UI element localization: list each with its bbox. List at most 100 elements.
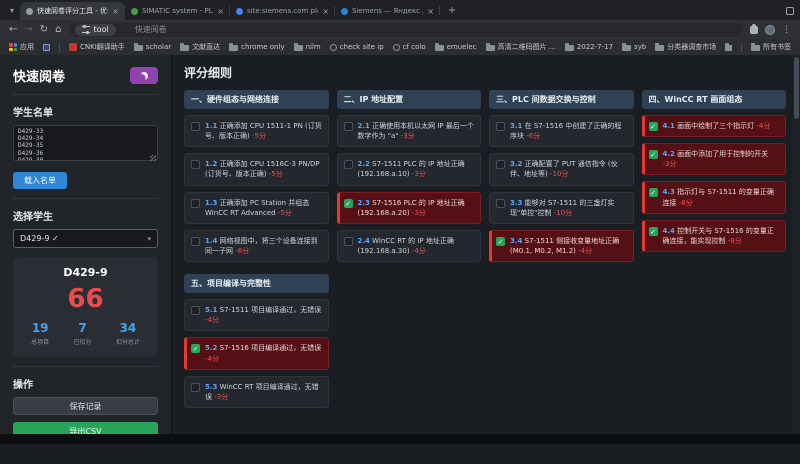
forward-icon[interactable]: → xyxy=(24,25,32,35)
item-checkbox[interactable] xyxy=(191,160,200,169)
item-deduction: -10分 xyxy=(550,170,568,178)
rubric-item[interactable]: 2.2 S7-1511 PLC 的 IP 地址正确 (192.168.a.10)… xyxy=(337,153,482,185)
tab-search-chevron-icon[interactable]: ▾ xyxy=(4,2,20,18)
stat-value: 7 xyxy=(73,321,91,335)
back-icon[interactable]: ← xyxy=(9,25,17,35)
rubric-item[interactable]: 3.3 能够对 S7-1511 的三盏灯实现"单控"控制 -10分 xyxy=(489,192,634,224)
item-checkbox[interactable] xyxy=(496,199,505,208)
site-chip[interactable]: tool xyxy=(75,24,116,36)
bookmark-item[interactable]: emuelec xyxy=(435,43,477,51)
bookmark-label: nilm xyxy=(306,43,321,51)
bookmark-reading-list[interactable] xyxy=(43,44,50,51)
scrollbar-thumb[interactable] xyxy=(794,57,799,119)
address-bar[interactable]: tool 快速阅卷 xyxy=(69,23,743,37)
rubric-column: 四、WinCC RT 画面组态 ✓ 4.1 画面中绘制了三个指示灯 -4分 ✓ … xyxy=(642,90,787,420)
globe-icon xyxy=(393,44,400,51)
browser-tab[interactable]: SIMATIC system - PLCforum × xyxy=(125,2,230,20)
item-checkbox[interactable] xyxy=(191,122,200,131)
rubric-item[interactable]: 3.2 正确配置了 PUT 通信指令 (伙伴、地址等) -10分 xyxy=(489,153,634,185)
bookmark-item[interactable]: 分类器调查市场 xyxy=(655,42,716,52)
item-checkbox[interactable] xyxy=(496,122,505,131)
load-list-button[interactable]: 载入名单 xyxy=(13,172,67,189)
bookmark-item[interactable]: cf colo xyxy=(393,43,426,51)
item-checkbox[interactable] xyxy=(344,160,353,169)
item-text: 正确添加 CPU 1516C-3 PN/DP (订货号、版本正确) xyxy=(205,160,320,178)
rubric-item[interactable]: ✓ 4.1 画面中绘制了三个指示灯 -4分 xyxy=(642,115,787,137)
item-text: 网络视图中，将三个设备连接到同一子网 xyxy=(205,237,318,255)
student-list-input[interactable]: D429-33 D429-34 D429-35 D429-36 D429-40 xyxy=(13,125,158,161)
tab-close-icon[interactable]: × xyxy=(427,7,434,16)
bookmark-item[interactable]: 2022-7-17 xyxy=(565,43,613,51)
bookmark-item[interactable]: matlab信道估计 xyxy=(725,42,732,52)
bookmark-item[interactable]: nilm xyxy=(294,43,321,51)
bookmark-item[interactable]: check site ip xyxy=(330,43,384,51)
browser-tab[interactable]: Siemens — Яндекс Диск × xyxy=(335,2,440,20)
item-checkbox[interactable]: ✓ xyxy=(496,237,505,246)
item-checkbox[interactable] xyxy=(344,122,353,131)
page-scrollbar[interactable] xyxy=(793,55,800,434)
rubric-item[interactable]: 1.1 正确添加 CPU 1511-1 PN (订货号、版本正确) -5分 xyxy=(184,115,329,147)
item-checkbox[interactable] xyxy=(191,383,200,392)
tab-close-icon[interactable]: × xyxy=(217,7,224,16)
rubric-item[interactable]: 1.2 正确添加 CPU 1516C-3 PN/DP (订货号、版本正确) -5… xyxy=(184,153,329,185)
menu-icon[interactable]: ⋮ xyxy=(782,25,791,35)
rubric-item[interactable]: ✓ 3.4 S7-1511 侧接收变量地址正确 (M0.1, M0.2, M1.… xyxy=(489,230,634,262)
profile-avatar[interactable] xyxy=(765,25,775,35)
select-student-heading: 选择学生 xyxy=(13,208,158,223)
rubric-item[interactable]: 2.4 WinCC RT 的 IP 地址正确 (192.168.a.30) -4… xyxy=(337,230,482,262)
rubric-item[interactable]: 1.4 网络视图中，将三个设备连接到同一子网 -8分 xyxy=(184,230,329,262)
bookmark-item[interactable]: CNKI翻译助手 xyxy=(69,42,125,52)
item-deduction: -8分 xyxy=(679,199,693,207)
bookmark-item[interactable]: syb xyxy=(622,43,646,51)
item-checkbox[interactable] xyxy=(496,160,505,169)
rubric-item[interactable]: 3.1 在 S7-1516 中创建了正确的程序块 -6分 xyxy=(489,115,634,147)
apps-grid-icon xyxy=(9,43,17,51)
item-checkbox[interactable] xyxy=(191,199,200,208)
export-csv-button[interactable]: 导出CSV xyxy=(13,422,158,434)
item-checkbox[interactable]: ✓ xyxy=(344,199,353,208)
item-checkbox[interactable]: ✓ xyxy=(191,344,200,353)
extensions-icon[interactable] xyxy=(750,26,758,34)
item-deduction: -4分 xyxy=(412,247,426,255)
bookmark-item[interactable]: scholar xyxy=(134,43,171,51)
rubric-item[interactable]: ✓ 5.2 S7-1516 项目编译通过，无错误 -4分 xyxy=(184,337,329,369)
item-checkbox[interactable]: ✓ xyxy=(649,150,658,159)
save-record-button[interactable]: 保存记录 xyxy=(13,397,158,415)
item-checkbox[interactable]: ✓ xyxy=(649,227,658,236)
tab-close-icon[interactable]: × xyxy=(112,7,119,16)
window-restore-icon[interactable] xyxy=(786,7,794,15)
item-checkbox[interactable] xyxy=(344,237,353,246)
reload-icon[interactable]: ↻ xyxy=(40,25,48,35)
address-secondary-text: 快速阅卷 xyxy=(135,24,167,35)
item-id: 3.3 xyxy=(510,199,522,207)
rubric-item[interactable]: 5.3 WinCC RT 项目编译通过，无错误 -3分 xyxy=(184,376,329,408)
tab-close-icon[interactable]: × xyxy=(322,7,329,16)
bookmark-item[interactable]: 高清二维码图片 … xyxy=(486,42,556,52)
bookmark-apps[interactable]: 应用 xyxy=(9,42,34,52)
bookmark-item[interactable]: 文献直达 xyxy=(180,42,220,52)
home-icon[interactable]: ⌂ xyxy=(55,25,61,35)
item-checkbox[interactable] xyxy=(191,306,200,315)
rubric-item[interactable]: ✓ 4.3 指示灯与 S7-1511 的变量正确连接 -8分 xyxy=(642,181,787,213)
item-checkbox[interactable] xyxy=(191,237,200,246)
rubric-item[interactable]: 5.1 S7-1511 项目编译通过，无错误 -4分 xyxy=(184,299,329,331)
new-tab-button[interactable]: + xyxy=(444,2,460,18)
theme-toggle-button[interactable] xyxy=(130,67,158,84)
browser-tab[interactable]: site:siemens.com plcsim adv × xyxy=(230,2,335,20)
browser-tab[interactable]: 快速阅卷评分工具 - 优化版 × xyxy=(20,2,125,20)
rubric-item[interactable]: 2.1 正确使用本机以太网 IP 最后一个数字作为 "a" -3分 xyxy=(337,115,482,147)
all-bookmarks-button[interactable]: 所有书签 xyxy=(751,42,791,52)
rubric-item[interactable]: ✓ 4.2 画面中添加了用于控制的开关 -3分 xyxy=(642,143,787,175)
item-checkbox[interactable]: ✓ xyxy=(649,122,658,131)
section-items: 1.1 正确添加 CPU 1511-1 PN (订货号、版本正确) -5分 1.… xyxy=(184,115,329,262)
rubric-item[interactable]: 1.3 正确添加 PC Station 并组态 WinCC RT Advance… xyxy=(184,192,329,224)
student-select[interactable]: D429-9 ✓ ▾ xyxy=(13,229,158,248)
bookmark-item[interactable]: chrome only xyxy=(229,43,284,51)
bookmark-label: chrome only xyxy=(241,43,284,51)
rubric-item[interactable]: ✓ 4.4 控制开关与 S7-1516 的变量正确连接，能实现控制 -8分 xyxy=(642,220,787,252)
tab-favicon xyxy=(26,8,33,15)
bookmark-label: syb xyxy=(634,43,646,51)
rubric-item[interactable]: ✓ 2.3 S7-1516 PLC 的 IP 地址正确 (192.168.a.2… xyxy=(337,192,482,224)
item-checkbox[interactable]: ✓ xyxy=(649,188,658,197)
item-id: 1.2 xyxy=(205,160,217,168)
